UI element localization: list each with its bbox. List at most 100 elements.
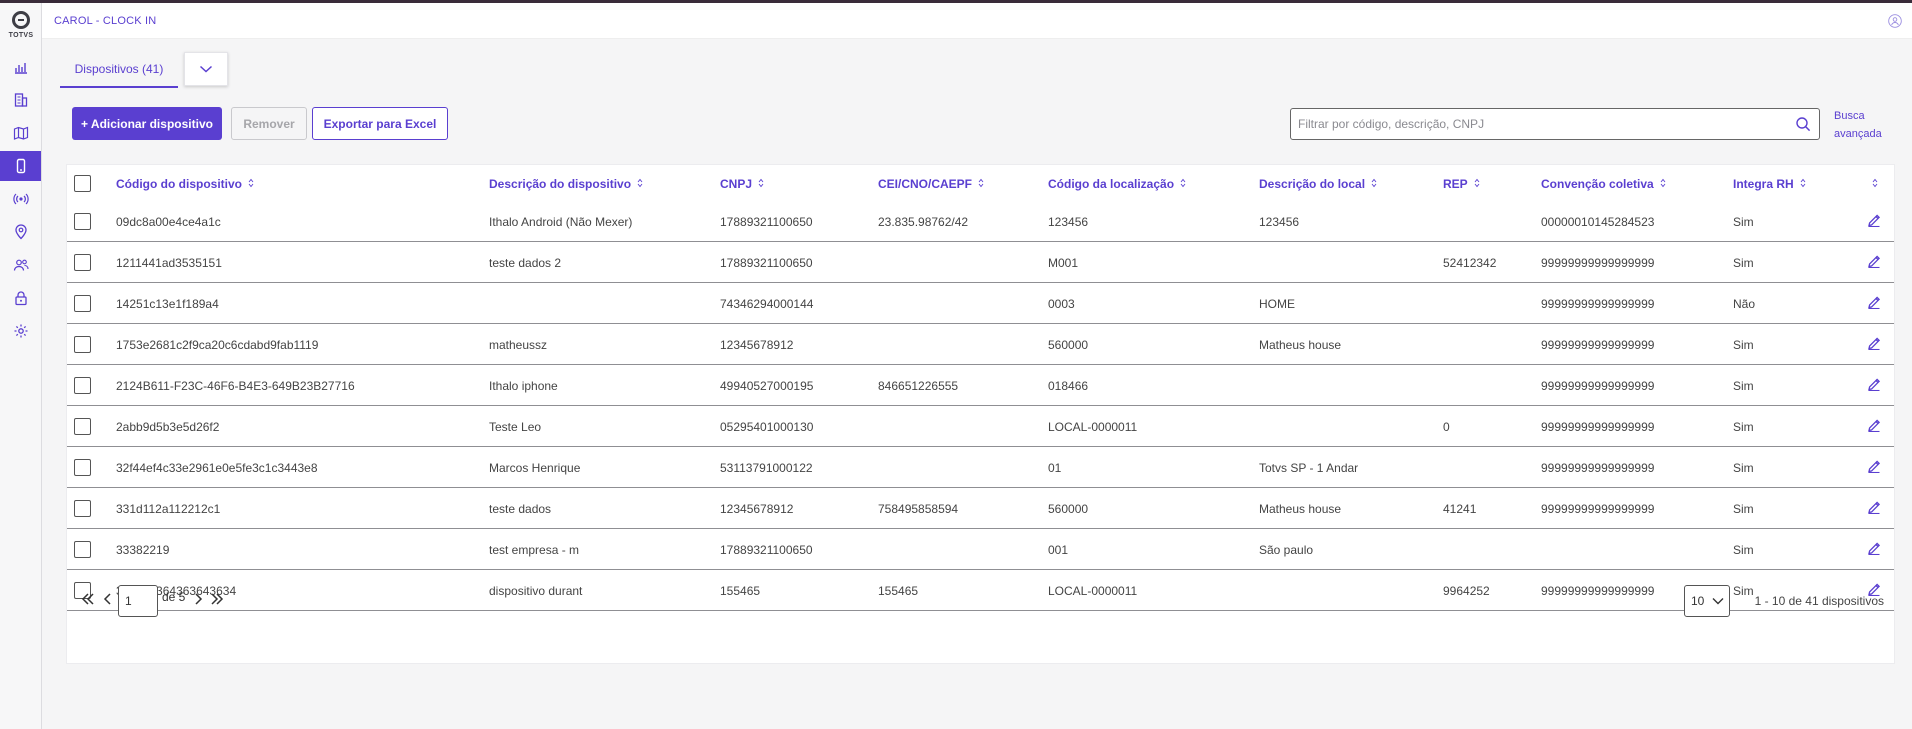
cell-cnpj: 17889321100650: [720, 215, 813, 229]
next-page-icon[interactable]: [191, 592, 205, 606]
cell-rep: 41241: [1443, 502, 1477, 516]
column-header-label: Convenção coletiva: [1541, 177, 1654, 191]
cell-cei: 846651226555: [878, 379, 959, 393]
cell-collective-agreement: 99999999999999999: [1541, 502, 1655, 516]
column-header-device-code[interactable]: Código do dispositivo: [116, 177, 254, 191]
table-row[interactable]: 14251c13e1f189a4 74346294000144 0003 HOME 99…: [67, 283, 1894, 324]
page-size-select[interactable]: 10: [1684, 585, 1730, 617]
cell-location-description: 123456: [1259, 215, 1300, 229]
select-all-checkbox[interactable]: [74, 175, 91, 192]
sort-icon: [978, 178, 984, 188]
sort-icon: [248, 178, 254, 188]
totvs-logo[interactable]: TOTVS: [6, 9, 36, 39]
table-row[interactable]: 2124B611-F23C-46F6-B4E3-649B23B27716 Itha…: [67, 365, 1894, 406]
edit-pencil-icon[interactable]: [1867, 541, 1881, 555]
column-header-location-description[interactable]: Descrição do local: [1259, 177, 1377, 191]
column-header-actions[interactable]: [1866, 177, 1878, 191]
page-number-input[interactable]: 1: [118, 585, 158, 617]
edit-pencil-icon[interactable]: [1867, 336, 1881, 350]
edit-pencil-icon[interactable]: [1867, 459, 1881, 473]
table-row[interactable]: 1211441ad3535151 teste dados 2 17889321100…: [67, 242, 1894, 283]
cell-device-code: 32f44ef4c33e2961e0e5fe3c1c3443e8: [116, 461, 318, 475]
row-checkbox[interactable]: [74, 541, 91, 558]
edit-pencil-icon[interactable]: [1867, 500, 1881, 514]
sidebar-item-settings[interactable]: [0, 316, 41, 346]
cell-integra-rh: Sim: [1733, 379, 1754, 393]
edit-pencil-icon[interactable]: [1867, 295, 1881, 309]
sidebar-item-companies[interactable]: [0, 85, 41, 115]
device-icon: [16, 158, 25, 174]
edit-pencil-icon[interactable]: [1867, 418, 1881, 432]
table-row[interactable]: 32f44ef4c33e2961e0e5fe3c1c3443e8 Marcos H…: [67, 447, 1894, 488]
column-header-device-description[interactable]: Descrição do dispositivo: [489, 177, 643, 191]
cell-device-description: Ithalo iphone: [489, 379, 558, 393]
column-header-cei[interactable]: CEI/CNO/CAEPF: [878, 177, 984, 191]
cell-location-code: 018466: [1048, 379, 1089, 393]
tab-devices[interactable]: Dispositivos (41): [60, 52, 178, 88]
row-checkbox[interactable]: [74, 500, 91, 517]
cell-device-code: 2abb9d5b3e5d26f2: [116, 420, 220, 434]
column-header-label: CNPJ: [720, 177, 753, 191]
previous-page-icon[interactable]: [101, 592, 115, 606]
location-pin-icon: [14, 224, 27, 240]
cell-location-description: Totvs SP - 1 Andar: [1259, 461, 1359, 475]
remove-button[interactable]: Remover: [231, 107, 307, 140]
export-excel-button[interactable]: Exportar para Excel: [312, 107, 448, 140]
sidebar-item-signals[interactable]: [0, 184, 41, 214]
user-profile-icon[interactable]: [1888, 14, 1902, 28]
advanced-search-link[interactable]: Busca avançada: [1834, 107, 1894, 143]
sidebar-item-dashboard[interactable]: [0, 52, 41, 82]
add-device-button[interactable]: + Adicionar dispositivo: [72, 107, 222, 140]
column-header-integra-rh[interactable]: Integra RH: [1733, 177, 1806, 191]
search-input[interactable]: [1298, 109, 1778, 139]
cell-rep: 0: [1443, 420, 1450, 434]
cell-collective-agreement: 00000010145284523: [1541, 215, 1655, 229]
last-page-icon[interactable]: [210, 592, 224, 606]
lock-icon: [14, 291, 27, 306]
users-icon: [13, 259, 29, 271]
sidebar-item-devices[interactable]: [0, 151, 41, 181]
cell-collective-agreement: 99999999999999999: [1541, 379, 1655, 393]
tab-overflow-button[interactable]: [184, 52, 228, 86]
edit-pencil-icon[interactable]: [1867, 213, 1881, 227]
edit-pencil-icon[interactable]: [1867, 377, 1881, 391]
row-checkbox[interactable]: [74, 336, 91, 353]
sidebar-item-map[interactable]: [0, 118, 41, 148]
cell-location-code: 560000: [1048, 502, 1089, 516]
table-row[interactable]: 09dc8a00e4ce4a1c Ithalo Android (Não Mexe…: [67, 201, 1894, 242]
edit-pencil-icon[interactable]: [1867, 254, 1881, 268]
row-checkbox[interactable]: [74, 213, 91, 230]
row-checkbox[interactable]: [74, 295, 91, 312]
table-row[interactable]: 1753e2681c2f9ca20c6cdabd9fab1119 matheuss…: [67, 324, 1894, 365]
table-row[interactable]: 33382219 test empresa - m 17889321100650 00…: [67, 529, 1894, 570]
sidebar: TOTVS: [0, 3, 42, 729]
cell-device-code: 1211441ad3535151: [116, 256, 222, 270]
totvs-logo-icon: [12, 11, 30, 29]
table-row[interactable]: 331d112a112212c1 teste dados 12345678912 75…: [67, 488, 1894, 529]
cell-integra-rh: Sim: [1733, 338, 1754, 352]
cell-cnpj: 49940527000195: [720, 379, 814, 393]
row-checkbox[interactable]: [74, 459, 91, 476]
column-header-rep[interactable]: REP: [1443, 177, 1480, 191]
column-header-location-code[interactable]: Código da localização: [1048, 177, 1186, 191]
sidebar-item-locations[interactable]: [0, 217, 41, 247]
cell-device-code: 2124B611-F23C-46F6-B4E3-649B23B27716: [116, 379, 355, 393]
column-header-collective-agreement[interactable]: Convenção coletiva: [1541, 177, 1666, 191]
cell-device-description: teste dados: [489, 502, 552, 516]
search-icon[interactable]: [1795, 116, 1811, 132]
cell-device-description: Ithalo Android (Não Mexer): [489, 215, 633, 229]
sidebar-item-security[interactable]: [0, 283, 41, 313]
first-page-icon[interactable]: [81, 592, 95, 606]
sort-icon: [1872, 178, 1878, 188]
cell-device-description: teste dados 2: [489, 256, 562, 270]
row-checkbox[interactable]: [74, 418, 91, 435]
table-row[interactable]: 2abb9d5b3e5d26f2 Teste Leo 05295401000130 L…: [67, 406, 1894, 447]
row-checkbox[interactable]: [74, 377, 91, 394]
row-checkbox[interactable]: [74, 254, 91, 271]
sort-icon: [1474, 178, 1480, 188]
cell-cnpj: 74346294000144: [720, 297, 814, 311]
sort-icon: [758, 178, 764, 188]
column-header-label: Código da localização: [1048, 177, 1175, 191]
sidebar-item-users[interactable]: [0, 250, 41, 280]
column-header-cnpj[interactable]: CNPJ: [720, 177, 764, 191]
